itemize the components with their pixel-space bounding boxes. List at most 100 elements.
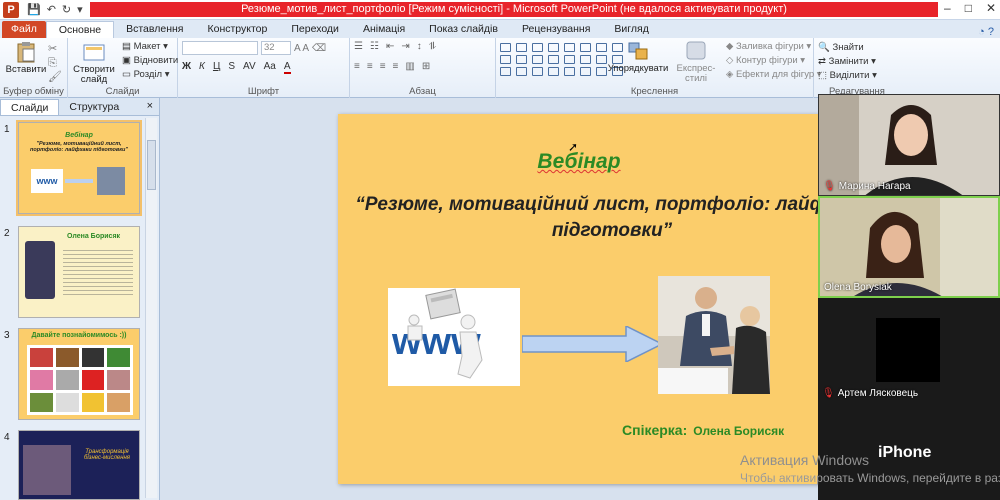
slide-title[interactable]: Вебінар [338,150,820,174]
paste-button[interactable]: Вставити [4,41,48,75]
save-icon[interactable]: 💾 [27,3,41,16]
shape-outline-button[interactable]: ◇ Контур фігури ▾ [726,54,822,68]
list-buttons: ☰ ☷ ⇤ ⇥ ↕ ⥮ [354,41,491,52]
participant-name: 🎙 Марина Нагара [823,181,911,192]
outdent-icon[interactable]: ⇤ [386,41,394,52]
font-size-select[interactable]: 32 [261,41,291,55]
help-icon[interactable]: ◔ ? [978,26,1000,38]
tab-transitions[interactable]: Переходи [279,21,351,38]
slide-thumbnail-4[interactable]: Трансформація бізнес-мислення [18,430,140,500]
drawing-group-label: Креслення [630,86,679,97]
title-bar: P 💾 ↶ ↻ ▾ Резюме_мотив_лист_портфоліо [Р… [0,0,1000,20]
qat-dropdown-icon[interactable]: ▾ [77,3,83,16]
slide-editor: Вебінар “Резюме, мотиваційний лист, порт… [160,98,820,500]
arrange-button[interactable]: Упорядкувати [608,40,668,74]
participant-name: Olena Borysiak [824,282,892,293]
ribbon: Вставити ✂ ⎘ 🖌 Буфер обміну Створити слайд… [0,38,1000,98]
panel-close-icon[interactable]: × [147,100,153,112]
slide-thumbnail-1[interactable]: Вебінар "Резюме, мотиваційний лист, порт… [16,120,142,216]
video-tile-2[interactable]: Olena Borysiak [818,196,1000,298]
shape-fill-button[interactable]: ◆ Заливка фігури ▾ [726,40,822,54]
tab-outline[interactable]: Структура [59,99,129,115]
handshake-illustration-icon [658,276,770,394]
section-button[interactable]: ▭ Розділ ▾ [122,68,178,82]
indent-icon[interactable]: ⇥ [401,41,409,52]
speaker-name: Олена Борисяк [693,424,785,438]
video-tile-3[interactable]: 🎙 Артем Лясковець [818,300,1000,402]
smartart-icon[interactable]: ⊞ [422,61,430,72]
select-button[interactable]: ⬚ Виділити ▾ [818,69,896,83]
cut-copy-icons[interactable]: ✂ ⎘ 🖌 [48,42,62,84]
slide-thumbnail-2[interactable]: Олена Борисяк [18,226,140,318]
slide-number: 3 [4,330,10,341]
group-slides: Створити слайд ▤ Макет ▾ ▣ Відновити ▭ Р… [68,38,178,98]
activation-watermark-text: Чтобы активировать Windows, перейдите в … [740,472,1000,485]
font-format-buttons: ЖКЦ S AV Aa A [182,61,345,74]
scrollbar-thumb[interactable] [147,140,156,190]
clear-format-icon[interactable]: ⌫ [312,43,326,54]
slide-subtitle[interactable]: “Резюме, мотиваційний лист, портфоліо: л… [342,192,820,244]
tab-design[interactable]: Конструктор [195,21,279,38]
undo-icon[interactable]: ↶ [47,3,56,16]
find-button[interactable]: 🔍 Знайти [818,41,896,55]
participant-video-off [876,318,940,382]
slides-panel: Слайди Структура × 1 Вебінар "Резюме, мо… [0,98,160,500]
panel-scrollbar[interactable] [145,118,157,498]
columns-icon[interactable]: ▥ [405,61,414,72]
underline-icon[interactable]: Ц [213,61,220,74]
minimize-icon[interactable]: – [944,1,951,15]
bullets-icon[interactable]: ☰ [354,41,363,52]
line-spacing-icon[interactable]: ↕ [417,41,422,52]
thumb-title: Олена Борисяк [67,233,121,240]
tab-insert[interactable]: Вставлення [114,21,195,38]
slide-thumbnail-3[interactable]: Давайте познайомимось :)) [18,328,140,420]
grow-font-icon[interactable]: A A [294,43,309,54]
www-illustration-icon: www [391,288,483,379]
speaker-line[interactable]: Спікерка: Олена Борисяк [622,422,784,438]
align-center-icon[interactable]: ≡ [367,61,373,72]
tab-home[interactable]: Основне [45,21,115,38]
layout-icon: ▤ [122,41,134,52]
maximize-icon[interactable]: □ [965,1,972,15]
tab-view[interactable]: Вигляд [602,21,660,38]
italic-icon[interactable]: К [199,61,205,74]
bold-icon[interactable]: Ж [182,61,191,74]
www-image[interactable]: www [388,288,520,386]
align-left-icon[interactable]: ≡ [354,61,360,72]
justify-icon[interactable]: ≡ [393,61,399,72]
thumb-www-image: www [31,169,63,193]
outline-icon: ◇ [726,55,736,66]
quick-styles-label: Експрес-стилі [676,63,716,84]
tab-review[interactable]: Рецензування [510,21,602,38]
mic-muted-icon: 🎙 [823,181,836,192]
new-slide-button[interactable]: Створити слайд [72,41,116,85]
strike-icon[interactable]: S [228,61,235,74]
handshake-photo[interactable] [658,276,770,394]
tab-animation[interactable]: Анімація [351,21,417,38]
current-slide[interactable]: Вебінар “Резюме, мотиваційний лист, порт… [338,114,820,484]
font-family-select[interactable] [182,41,258,55]
font-color-icon[interactable]: A [283,61,291,74]
tab-slides[interactable]: Слайди [0,99,60,115]
text-direction-icon[interactable]: ⥮ [429,41,436,52]
tab-slideshow[interactable]: Показ слайдів [417,21,510,38]
align-right-icon[interactable]: ≡ [380,61,386,72]
thumb-arrow [65,179,93,183]
group-clipboard: Вставити ✂ ⎘ 🖌 Буфер обміну [0,38,68,98]
group-editing: 🔍 Знайти ⇄ Замінити ▾ ⬚ Виділити ▾ Редаг… [814,38,900,98]
layout-button[interactable]: ▤ Макет ▾ [122,40,178,54]
close-icon[interactable]: ✕ [986,1,996,15]
numbering-icon[interactable]: ☷ [370,41,379,52]
tab-file[interactable]: Файл [2,21,46,38]
reset-button[interactable]: ▣ Відновити [122,54,178,68]
video-tile-1[interactable]: 🎙 Марина Нагара [818,94,1000,196]
shape-effects-button[interactable]: ◈ Ефекти для фігур ▾ [726,68,822,82]
redo-icon[interactable]: ↻ [62,3,71,16]
char-spacing-icon[interactable]: AV [243,61,256,74]
ribbon-tabs: Файл Основне Вставлення Конструктор Пере… [0,20,1000,38]
quick-styles-button[interactable]: Експрес-стилі [668,40,724,84]
replace-button[interactable]: ⇄ Замінити ▾ [818,55,896,69]
case-icon[interactable]: Aa [264,61,276,74]
replace-label: Замінити [828,56,869,67]
align-buttons: ≡ ≡ ≡ ≡ ▥ ⊞ [354,61,491,72]
